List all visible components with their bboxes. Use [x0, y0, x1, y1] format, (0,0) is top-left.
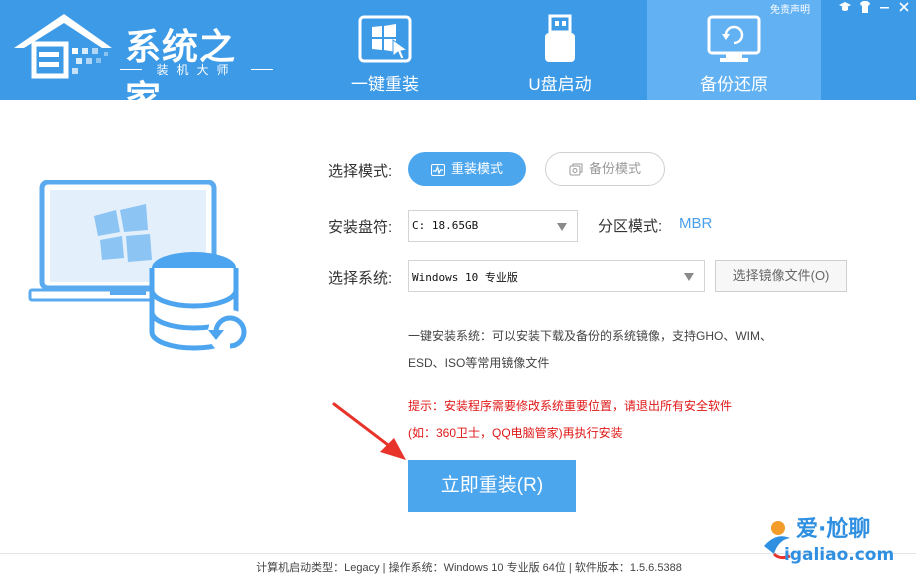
tab-one-click-reinstall[interactable]: 一键重装 [298, 0, 472, 100]
house-logo-icon [14, 14, 112, 79]
windows-cursor-icon [358, 15, 412, 63]
mode-label: 选择模式: [328, 163, 393, 180]
install-now-button[interactable]: 立即重装(R) [408, 460, 576, 512]
system-label: 选择系统: [328, 270, 393, 287]
description-line-2: ESD、ISO等常用镜像文件 [408, 356, 550, 370]
laptop-database-illustration [28, 180, 252, 354]
partition-value: MBR [679, 215, 713, 232]
warning-line-1: 提示：安装程序需要修改系统重要位置，请退出所有安全软件 [408, 399, 733, 413]
select-image-file-button[interactable]: 选择镜像文件(O) [715, 260, 847, 292]
header-bar: 系统之家 装机大师 一键重装 U盘启动 备份还原 免责声明 [0, 0, 916, 120]
tab-label: U盘启动 [528, 75, 592, 94]
description-line-1: 一键安装系统：可以安装下载及备份的系统镜像，支持GHO、WIM、 [408, 329, 772, 343]
pulse-icon [430, 163, 445, 176]
warning-line-2: (如：360卫士，QQ电脑管家)再执行安装 [408, 426, 623, 440]
watermark-logo: 爱·尬聊 igaliao.com [756, 508, 916, 568]
red-arrow-annotation [332, 402, 406, 460]
tab-usb-boot[interactable]: U盘启动 [473, 0, 647, 100]
installer-window: 系统之家 装机大师 一键重装 U盘启动 备份还原 免责声明 选择模式: 重装模式… [0, 0, 916, 576]
disk-select[interactable]: C: 18.65GB [408, 210, 578, 242]
system-select-value: Windows 10 专业版 [412, 271, 518, 284]
brand-subtitle: 装机大师 [120, 61, 273, 78]
disk-label: 安装盘符: [328, 219, 393, 236]
monitor-restore-icon [707, 15, 761, 62]
watermark-text-cn: 爱·尬聊 [796, 516, 870, 542]
disclaimer-link[interactable]: 免责声明 [770, 1, 810, 16]
watermark-text-url: igaliao.com [784, 545, 894, 565]
usb-drive-icon [545, 14, 575, 62]
chevron-down-icon [684, 273, 694, 281]
reinstall-mode-label: 重装模式 [450, 161, 503, 176]
disk-select-value: C: 18.65GB [412, 219, 479, 232]
tab-label: 备份还原 [700, 75, 768, 94]
graduation-cap-icon[interactable] [838, 0, 852, 14]
watermark-logo-image: 爱·尬聊 igaliao.com [764, 516, 894, 565]
reinstall-mode-button[interactable]: 重装模式 [408, 152, 526, 186]
backup-icon [569, 163, 583, 176]
system-select[interactable]: Windows 10 专业版 [408, 260, 705, 292]
tab-label: 一键重装 [351, 75, 419, 94]
brand-logo: 系统之家 装机大师 [12, 8, 273, 120]
close-icon[interactable] [897, 0, 911, 14]
chevron-down-icon [557, 223, 567, 231]
minimize-icon[interactable] [877, 0, 891, 14]
backup-mode-button[interactable]: 备份模式 [545, 152, 665, 186]
backup-mode-label: 备份模式 [588, 161, 641, 176]
shirt-icon[interactable] [858, 0, 872, 14]
partition-label: 分区模式: [598, 218, 663, 235]
